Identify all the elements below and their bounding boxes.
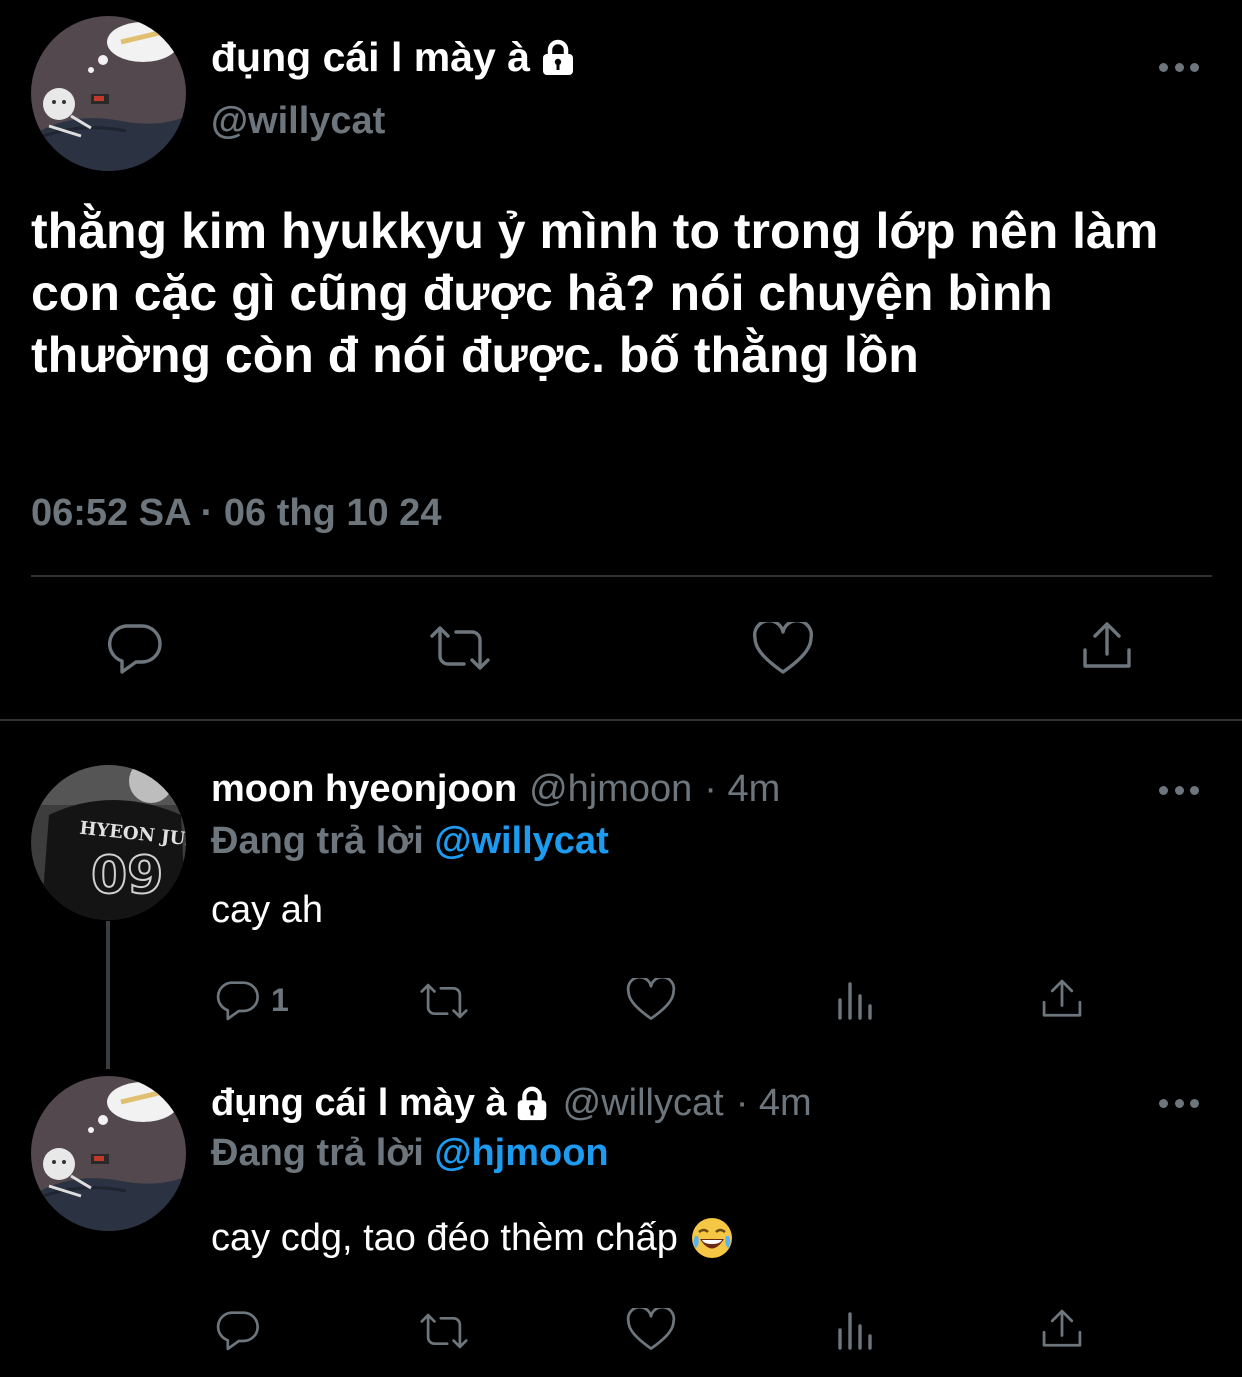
author-handle[interactable]: @willycat <box>211 100 385 143</box>
author-display-name[interactable]: đụng cái l mày à <box>211 34 578 81</box>
main-avatar[interactable] <box>31 16 186 171</box>
reply-author-name: đụng cái l mày à <box>211 1082 507 1124</box>
lock-icon <box>513 1085 551 1123</box>
replying-to-mention[interactable]: @willycat <box>434 820 608 862</box>
like-icon[interactable] <box>626 978 676 1022</box>
laughing-emoji-icon <box>690 1216 734 1260</box>
tweet-timestamp[interactable]: 06:52 SA · 06 thg 10 24 <box>31 492 441 535</box>
reply-avatar[interactable] <box>31 1076 186 1231</box>
reply-author[interactable]: đụng cái l mày à @willycat · 4m <box>211 1082 812 1125</box>
divider <box>0 719 1242 721</box>
reply-author[interactable]: moon hyeonjoon @hjmoon · 4m <box>211 768 780 811</box>
reply-avatar[interactable]: HYEON JUN 09 <box>31 765 186 920</box>
reply-author-name: moon hyeonjoon <box>211 768 518 810</box>
reply-icon[interactable] <box>106 620 164 676</box>
analytics-icon[interactable] <box>836 1308 876 1352</box>
share-icon[interactable] <box>1040 976 1084 1022</box>
replying-to: Đang trả lời @hjmoon <box>211 1132 609 1175</box>
author-name-text: đụng cái l mày à <box>211 34 530 80</box>
replying-to-prefix: Đang trả lời <box>211 820 424 862</box>
more-options-icon[interactable] <box>1159 1097 1199 1109</box>
divider <box>31 575 1212 577</box>
reply-icon[interactable]: 1 <box>215 978 289 1022</box>
jersey-number: 09 <box>91 846 163 906</box>
retweet-icon[interactable] <box>417 980 471 1022</box>
like-icon[interactable] <box>752 622 814 676</box>
replying-to: Đang trả lời @willycat <box>211 820 609 863</box>
lock-icon <box>538 38 578 78</box>
reply-text: cay ah <box>211 889 323 931</box>
reply-author-handle: @hjmoon <box>529 768 693 810</box>
more-options-icon[interactable] <box>1159 784 1199 796</box>
thread-line <box>106 921 110 1069</box>
share-icon[interactable] <box>1080 618 1134 674</box>
reply-time: · 4m <box>735 1082 812 1124</box>
replying-to-mention[interactable]: @hjmoon <box>434 1132 608 1174</box>
reply-author-handle: @willycat <box>562 1082 724 1124</box>
analytics-icon[interactable] <box>836 978 876 1022</box>
replying-to-prefix: Đang trả lời <box>211 1132 424 1174</box>
retweet-icon[interactable] <box>417 1310 471 1352</box>
reply-time: · 4m <box>704 768 781 810</box>
more-options-icon[interactable] <box>1159 61 1199 73</box>
reply-text-container: cay cdg, tao đéo thèm chấp <box>211 1216 734 1260</box>
reply-count: 1 <box>271 981 289 1018</box>
retweet-icon[interactable] <box>426 622 494 674</box>
reply-icon[interactable] <box>215 1308 261 1352</box>
like-icon[interactable] <box>626 1308 676 1352</box>
reply-text: cay cdg, tao đéo thèm chấp <box>211 1216 678 1259</box>
tweet-text: thằng kim hyukkyu ỷ mình to trong lớp nê… <box>31 203 1159 383</box>
share-icon[interactable] <box>1040 1306 1084 1352</box>
